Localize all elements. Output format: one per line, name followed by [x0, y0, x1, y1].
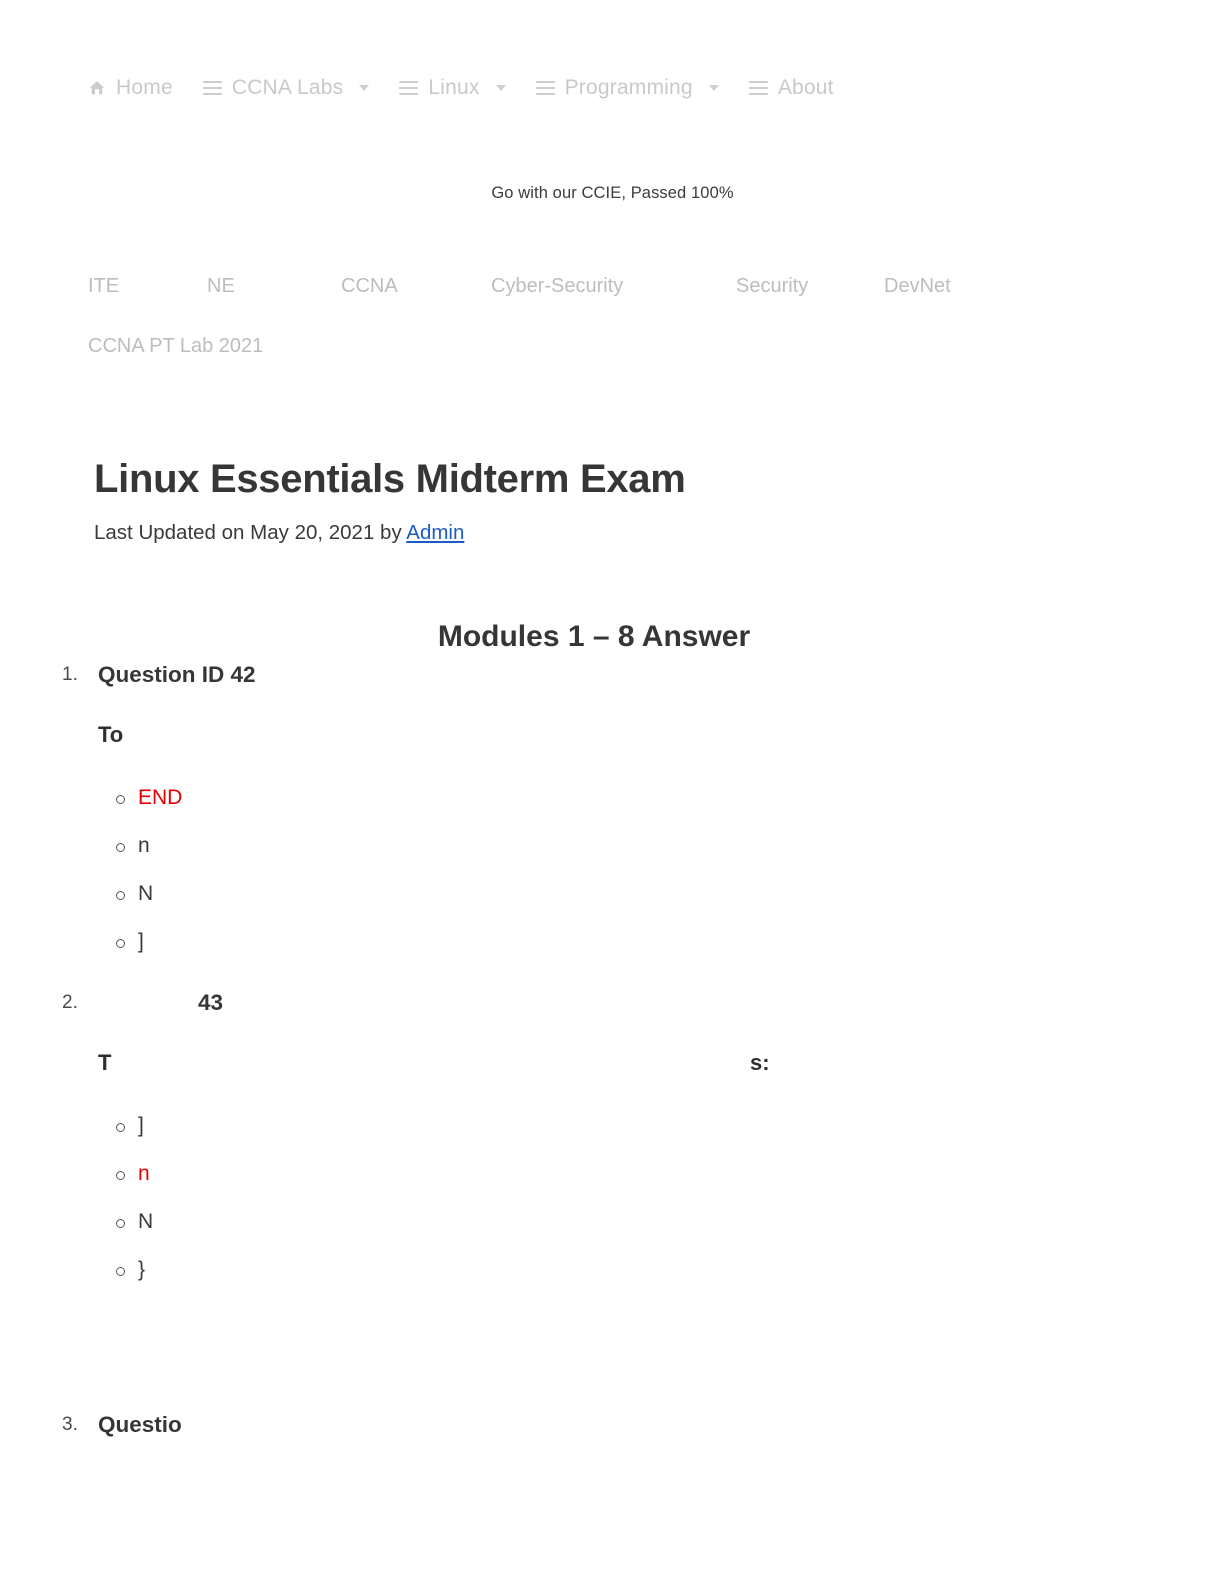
answer-option[interactable]: }: [98, 1246, 1162, 1294]
sidebar-item-cyber-security[interactable]: Cyber-Security: [491, 256, 736, 316]
hamburger-icon: [399, 81, 419, 95]
home-icon: [89, 81, 105, 95]
answer-option[interactable]: n: [98, 822, 1162, 870]
modules-heading: Modules 1 – 8 Answer: [437, 619, 751, 653]
page-root: Home CCNA Labs Linux Programming About G…: [0, 0, 1225, 1585]
sidebar-item-devnet[interactable]: DevNet: [884, 256, 951, 316]
site-tagline: Go with our CCIE, Passed 100%: [491, 184, 734, 202]
sidebar-item-ccna-pt-lab-2021[interactable]: CCNA PT Lab 2021: [88, 316, 1148, 376]
question-text: To: [98, 722, 1162, 752]
sidebar-item-security[interactable]: Security: [736, 256, 884, 316]
byline: Last Updated on May 20, 2021 by Admin: [94, 521, 464, 545]
nav-item-label: Programming: [564, 76, 693, 99]
question-list: 1. Question ID 42 To END n N ] 2. 43 T s…: [62, 660, 1162, 1446]
list-item: 3. Questio: [62, 1410, 1162, 1440]
question-title: 43: [98, 990, 224, 1015]
nav-item-about[interactable]: About: [748, 76, 834, 100]
primary-navigation: Home CCNA Labs Linux Programming About: [88, 68, 834, 108]
question-title: Question ID 42: [98, 662, 256, 687]
question-text: T s:: [98, 1050, 1162, 1080]
secondary-navigation: ITE NE CCNA Cyber-Security Security DevN…: [88, 256, 1148, 376]
chevron-down-icon: [708, 85, 719, 91]
answer-option[interactable]: END: [98, 774, 1162, 822]
question-text-head: T: [98, 1050, 112, 1075]
answer-options: ] n N }: [98, 1102, 1162, 1294]
list-item: 2. 43 T s: ] n N }: [62, 988, 1162, 1404]
answer-option[interactable]: n: [98, 1150, 1162, 1198]
question-number: 2.: [62, 992, 78, 1013]
answer-options: END n N ]: [98, 774, 1162, 966]
hamburger-icon: [535, 81, 555, 95]
sidebar-item-ne[interactable]: NE: [207, 256, 341, 316]
page-title: Linux Essentials Midterm Exam: [94, 456, 686, 501]
question-text-head: To: [98, 722, 124, 747]
answer-option[interactable]: ]: [98, 1102, 1162, 1150]
question-text-tail: s:: [750, 1050, 770, 1075]
nav-item-linux[interactable]: Linux: [399, 76, 506, 100]
nav-item-label: Linux: [428, 76, 480, 99]
hamburger-icon: [748, 81, 768, 95]
answer-option[interactable]: N: [98, 1198, 1162, 1246]
nav-item-label: About: [777, 76, 834, 99]
answer-option[interactable]: ]: [98, 918, 1162, 966]
nav-item-home[interactable]: Home: [88, 76, 173, 100]
question-title: Questio: [98, 1412, 182, 1437]
nav-item-label: Home: [116, 76, 173, 99]
secondary-nav-row: ITE NE CCNA Cyber-Security Security DevN…: [88, 256, 1148, 376]
chevron-down-icon: [495, 85, 506, 91]
byline-text: Last Updated on May 20, 2021 by: [94, 521, 407, 544]
question-number: 1.: [62, 664, 78, 685]
author-link[interactable]: Admin: [406, 521, 464, 544]
chevron-down-icon: [359, 85, 370, 91]
sidebar-item-ite[interactable]: ITE: [88, 256, 207, 316]
hamburger-icon: [202, 81, 222, 95]
answer-option[interactable]: N: [98, 870, 1162, 918]
sidebar-item-ccna[interactable]: CCNA: [341, 256, 491, 316]
nav-item-ccna-labs[interactable]: CCNA Labs: [202, 76, 370, 100]
nav-item-label: CCNA Labs: [231, 76, 344, 99]
nav-item-programming[interactable]: Programming: [535, 76, 719, 100]
question-number: 3.: [62, 1414, 78, 1435]
list-item: 1. Question ID 42 To END n N ]: [62, 660, 1162, 966]
